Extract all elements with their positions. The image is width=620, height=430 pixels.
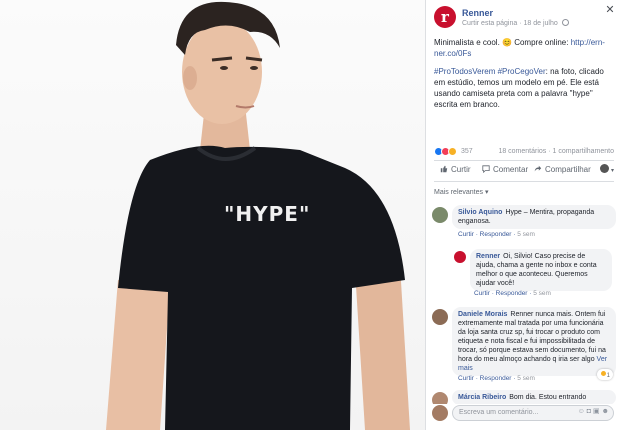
- comment-like-link[interactable]: Curtir: [474, 290, 490, 297]
- share-label: Compartilhar: [545, 165, 591, 174]
- avatar[interactable]: [454, 251, 466, 263]
- comment-author[interactable]: Márcia Ribeiro: [458, 394, 506, 401]
- post-meta: Curtir esta página · 18 de julho: [462, 19, 569, 27]
- like-button[interactable]: Curtir: [440, 165, 471, 174]
- comment-reply-link[interactable]: Responder: [480, 375, 512, 382]
- comment-reply-link[interactable]: Responder: [496, 290, 528, 297]
- comment-reaction-count: 1: [606, 373, 611, 379]
- gif-icon[interactable]: ▣: [593, 408, 602, 415]
- post-hashtags[interactable]: #ProTodosVerem #ProCegoVer: [434, 67, 546, 76]
- comment-bubble: Renner Oi, Silvio! Caso precise de ajuda,…: [470, 249, 612, 291]
- reaction-icons[interactable]: [434, 147, 457, 158]
- comment-author[interactable]: Renner: [476, 253, 500, 260]
- comment-actions: Curtir · Responder · 5 sem: [474, 290, 551, 297]
- post-header: r Renner Curtir esta página · 18 de julh…: [434, 6, 604, 30]
- comment-bubble: Márcia Ribeiro Bom dia. Estou entrando: [452, 390, 616, 404]
- avatar[interactable]: [432, 207, 448, 223]
- comment-text: Renner nunca mais. Ontem fui extremament…: [458, 311, 606, 363]
- post-actions: Curtir Comentar Compartilhar ▾: [434, 163, 614, 179]
- comment-composer: Escreva um comentário... ☺◘▣☻: [432, 403, 616, 423]
- page-logo[interactable]: r: [434, 6, 456, 28]
- comment-reply-link[interactable]: Responder: [480, 231, 512, 238]
- reply-comment: Renner Oi, Silvio! Caso precise de ajuda,…: [454, 249, 616, 301]
- comment-reaction-badge[interactable]: 1: [597, 369, 614, 380]
- comment-icon: [482, 165, 490, 173]
- chevron-down-icon: ▾: [610, 168, 614, 174]
- comment-author[interactable]: Daniele Morais: [458, 311, 507, 318]
- comment-label: Comentar: [493, 165, 529, 174]
- divider: [434, 181, 614, 182]
- avatar: [599, 164, 609, 173]
- comment-actions: Curtir · Responder · 5 sem: [458, 231, 535, 238]
- reaction-count[interactable]: 357: [461, 148, 473, 155]
- like-label: Curtir: [451, 165, 471, 174]
- comment-time[interactable]: 5 sem: [533, 290, 551, 297]
- comment-like-link[interactable]: Curtir: [458, 231, 474, 238]
- comment-bubble: Daniele Morais Renner nunca mais. Ontem f…: [452, 307, 616, 376]
- post-photo[interactable]: "HYPE": [0, 0, 425, 430]
- shirt-print-text: "HYPE": [224, 202, 311, 226]
- thumbs-up-icon: [440, 165, 448, 173]
- comment-time[interactable]: 5 sem: [517, 375, 535, 382]
- post-text: Minimalista e cool. 😊 Compre online: htt…: [434, 37, 612, 117]
- comments-shares-count[interactable]: 18 comentários · 1 compartilhamento: [498, 148, 614, 155]
- model-illustration: [106, 1, 410, 430]
- comment-button[interactable]: Comentar: [482, 165, 528, 174]
- composer-icons: ☺◘▣☻: [578, 407, 611, 415]
- comment: Márcia Ribeiro Bom dia. Estou entrando: [432, 390, 616, 404]
- comment-author[interactable]: Silvio Aquino: [458, 209, 502, 216]
- comment-text: Bom dia. Estou entrando: [509, 394, 587, 401]
- close-icon[interactable]: ✕: [604, 4, 616, 16]
- post-date[interactable]: 18 de julho: [524, 20, 558, 27]
- share-button[interactable]: Compartilhar: [534, 165, 591, 174]
- like-page-link[interactable]: Curtir esta página: [462, 20, 517, 27]
- globe-icon: [561, 19, 569, 26]
- comment: Silvio Aquino Hype – Mentira, propaganda …: [432, 205, 616, 241]
- share-icon: [534, 165, 542, 172]
- post-panel: ✕ r Renner Curtir esta página · 18 de ju…: [425, 0, 620, 430]
- comment: Daniele Morais Renner nunca mais. Ontem f…: [432, 307, 616, 387]
- page-name[interactable]: Renner: [462, 8, 493, 18]
- emoji-icon[interactable]: ☺: [578, 408, 587, 415]
- haha-reaction-icon: [448, 147, 457, 156]
- comment-actions: Curtir · Responder · 5 sem: [458, 375, 535, 382]
- comment-filter[interactable]: Mais relevantes ▾: [434, 188, 488, 196]
- comment-bubble: Silvio Aquino Hype – Mentira, propaganda …: [452, 205, 616, 229]
- comment-like-link[interactable]: Curtir: [458, 375, 474, 382]
- comment-time[interactable]: 5 sem: [517, 231, 535, 238]
- post-text-line1: Minimalista e cool. 😊 Compre online:: [434, 38, 571, 47]
- divider: [434, 160, 614, 161]
- avatar[interactable]: [432, 309, 448, 325]
- comment-as-selector[interactable]: ▾: [599, 164, 614, 174]
- sticker-icon[interactable]: ☻: [602, 408, 611, 415]
- avatar: [432, 405, 448, 421]
- post-stats: 357 18 comentários · 1 compartilhamento: [434, 146, 614, 158]
